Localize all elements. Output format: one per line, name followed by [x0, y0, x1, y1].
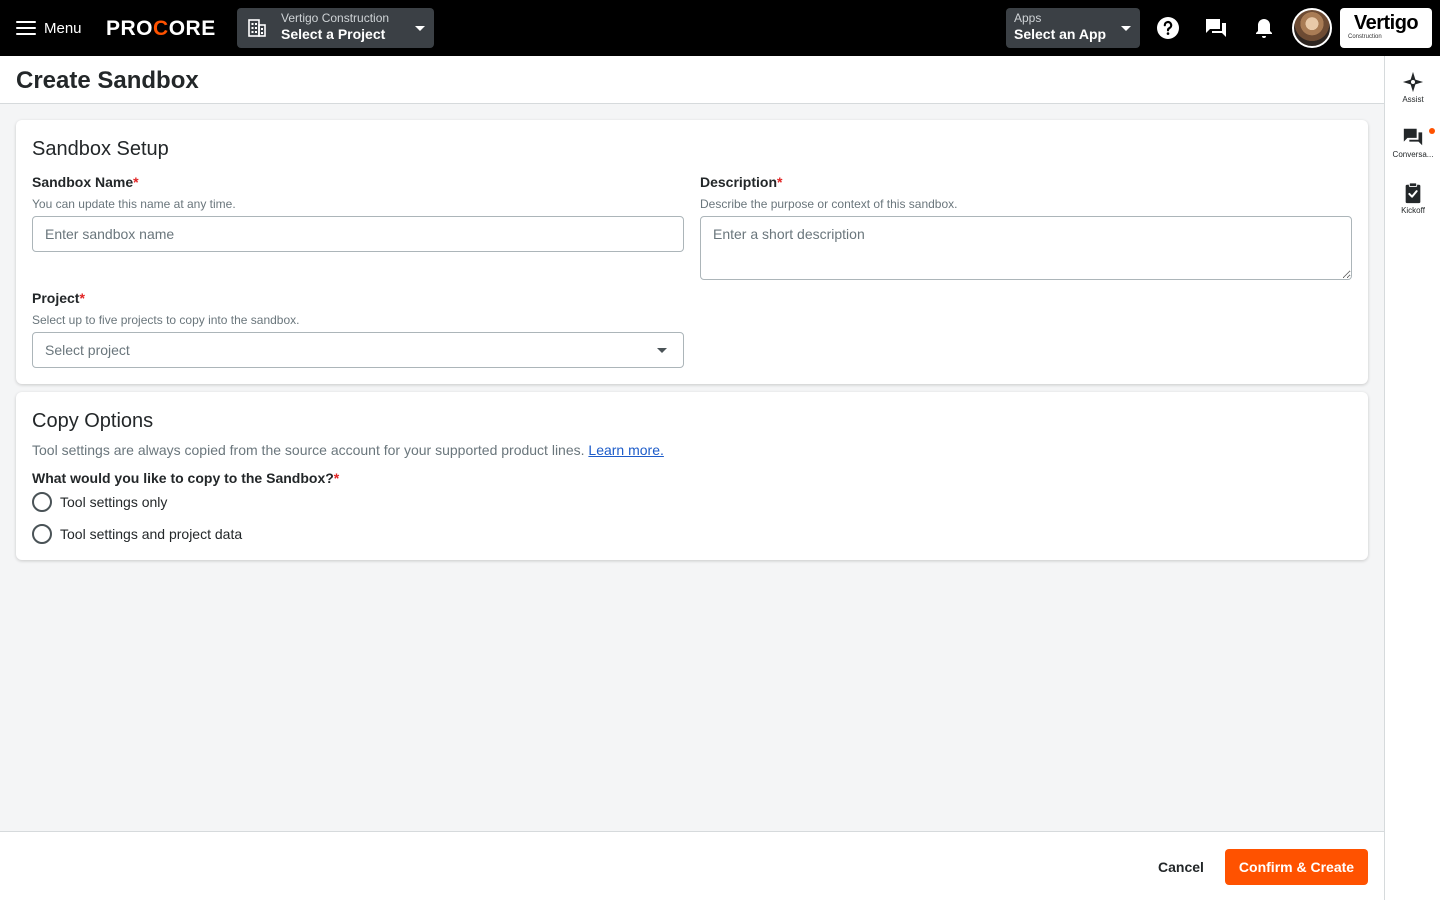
description-help: Describe the purpose or context of this …: [700, 197, 958, 211]
menu-label: Menu: [44, 19, 82, 37]
company-logo-name: Vertigo: [1353, 12, 1419, 34]
project-picker-label: Select a Project: [281, 26, 386, 42]
app-picker[interactable]: Apps Select an App: [1006, 8, 1140, 48]
clipboard-check-icon: [1405, 182, 1421, 204]
rail-item-assist[interactable]: Assist: [1385, 71, 1440, 104]
chevron-down-icon: [657, 348, 667, 353]
rail-label-conversations: Conversa...: [1392, 150, 1434, 159]
company-logo-sub: Construction: [1348, 34, 1382, 40]
rail-label-assist: Assist: [1402, 95, 1424, 104]
rail-item-kickoff[interactable]: Kickoff: [1385, 182, 1440, 215]
required-mark: *: [133, 174, 139, 190]
rail-item-conversations[interactable]: Conversa...: [1385, 126, 1440, 159]
project-label-text: Project: [32, 290, 80, 306]
copy-options-info-text: Tool settings are always copied from the…: [32, 442, 585, 458]
app-picker-sub: Apps: [1014, 11, 1042, 25]
project-label: Project*: [32, 290, 85, 306]
building-icon: [248, 19, 266, 37]
sandbox-setup-title: Sandbox Setup: [32, 138, 169, 160]
hamburger-icon: [16, 21, 36, 35]
radio-label: Tool settings and project data: [60, 526, 243, 542]
chevron-down-icon: [1121, 26, 1131, 31]
logo-text-end: ORE: [168, 17, 216, 40]
cancel-button[interactable]: Cancel: [1145, 849, 1217, 885]
right-rail: Assist Conversa... Kickoff: [1384, 56, 1440, 900]
copy-options-info: Tool settings are always copied from the…: [32, 442, 664, 458]
logo-text-start: PRO: [106, 17, 154, 40]
required-mark: *: [79, 290, 85, 306]
learn-more-link[interactable]: Learn more.: [588, 442, 663, 458]
company-logo: Vertigo Construction: [1340, 8, 1432, 48]
copy-options-title: Copy Options: [32, 410, 154, 432]
radio-option-tool-settings-only[interactable]: Tool settings only: [32, 492, 167, 512]
page-header: Create Sandbox: [0, 56, 1384, 104]
sandbox-name-label-text: Sandbox Name: [32, 174, 134, 190]
radio-button[interactable]: [32, 492, 52, 512]
notification-dot: [1429, 128, 1435, 134]
sandbox-name-label: Sandbox Name*: [32, 174, 139, 190]
confirm-create-button[interactable]: Confirm & Create: [1225, 849, 1368, 885]
project-help: Select up to five projects to copy into …: [32, 313, 300, 327]
chevron-down-icon: [415, 26, 425, 31]
user-avatar[interactable]: [1292, 8, 1332, 48]
radio-button[interactable]: [32, 524, 52, 544]
required-mark: *: [777, 174, 783, 190]
sandbox-name-help: You can update this name at any time.: [32, 197, 236, 211]
project-select-placeholder: Select project: [45, 342, 130, 358]
procore-logo[interactable]: PROCORE: [106, 17, 216, 41]
top-nav: Menu PROCORE Vertigo Construction Select…: [0, 0, 1440, 56]
copy-question-text: What would you like to copy to the Sandb…: [32, 470, 334, 486]
rail-label-kickoff: Kickoff: [1401, 206, 1425, 215]
logo-text-accent: C: [153, 17, 169, 40]
app-picker-label: Select an App: [1014, 26, 1107, 42]
project-picker[interactable]: Vertigo Construction Select a Project: [237, 8, 434, 48]
notifications-icon[interactable]: [1252, 16, 1276, 40]
copy-options-card: Copy Options Tool settings are always co…: [16, 392, 1368, 560]
description-label-text: Description: [700, 174, 778, 190]
sandbox-setup-card: Sandbox Setup Sandbox Name* You can upda…: [16, 120, 1368, 384]
project-select[interactable]: Select project: [32, 332, 684, 368]
chat-icon: [1403, 128, 1423, 146]
sparkle-icon: [1402, 71, 1424, 93]
conversations-icon[interactable]: [1204, 16, 1228, 40]
radio-option-tool-settings-and-data[interactable]: Tool settings and project data: [32, 524, 242, 544]
required-mark: *: [333, 470, 340, 486]
footer-actions: Cancel Confirm & Create: [0, 831, 1384, 900]
sandbox-name-input[interactable]: [32, 216, 684, 252]
copy-question-label: What would you like to copy to the Sandb…: [32, 470, 339, 486]
help-icon[interactable]: [1156, 16, 1180, 40]
description-textarea[interactable]: [700, 216, 1352, 280]
description-label: Description*: [700, 174, 782, 190]
radio-label: Tool settings only: [60, 494, 168, 510]
menu-button[interactable]: Menu: [16, 14, 82, 42]
page-title: Create Sandbox: [16, 67, 199, 94]
company-name: Vertigo Construction: [281, 11, 390, 25]
